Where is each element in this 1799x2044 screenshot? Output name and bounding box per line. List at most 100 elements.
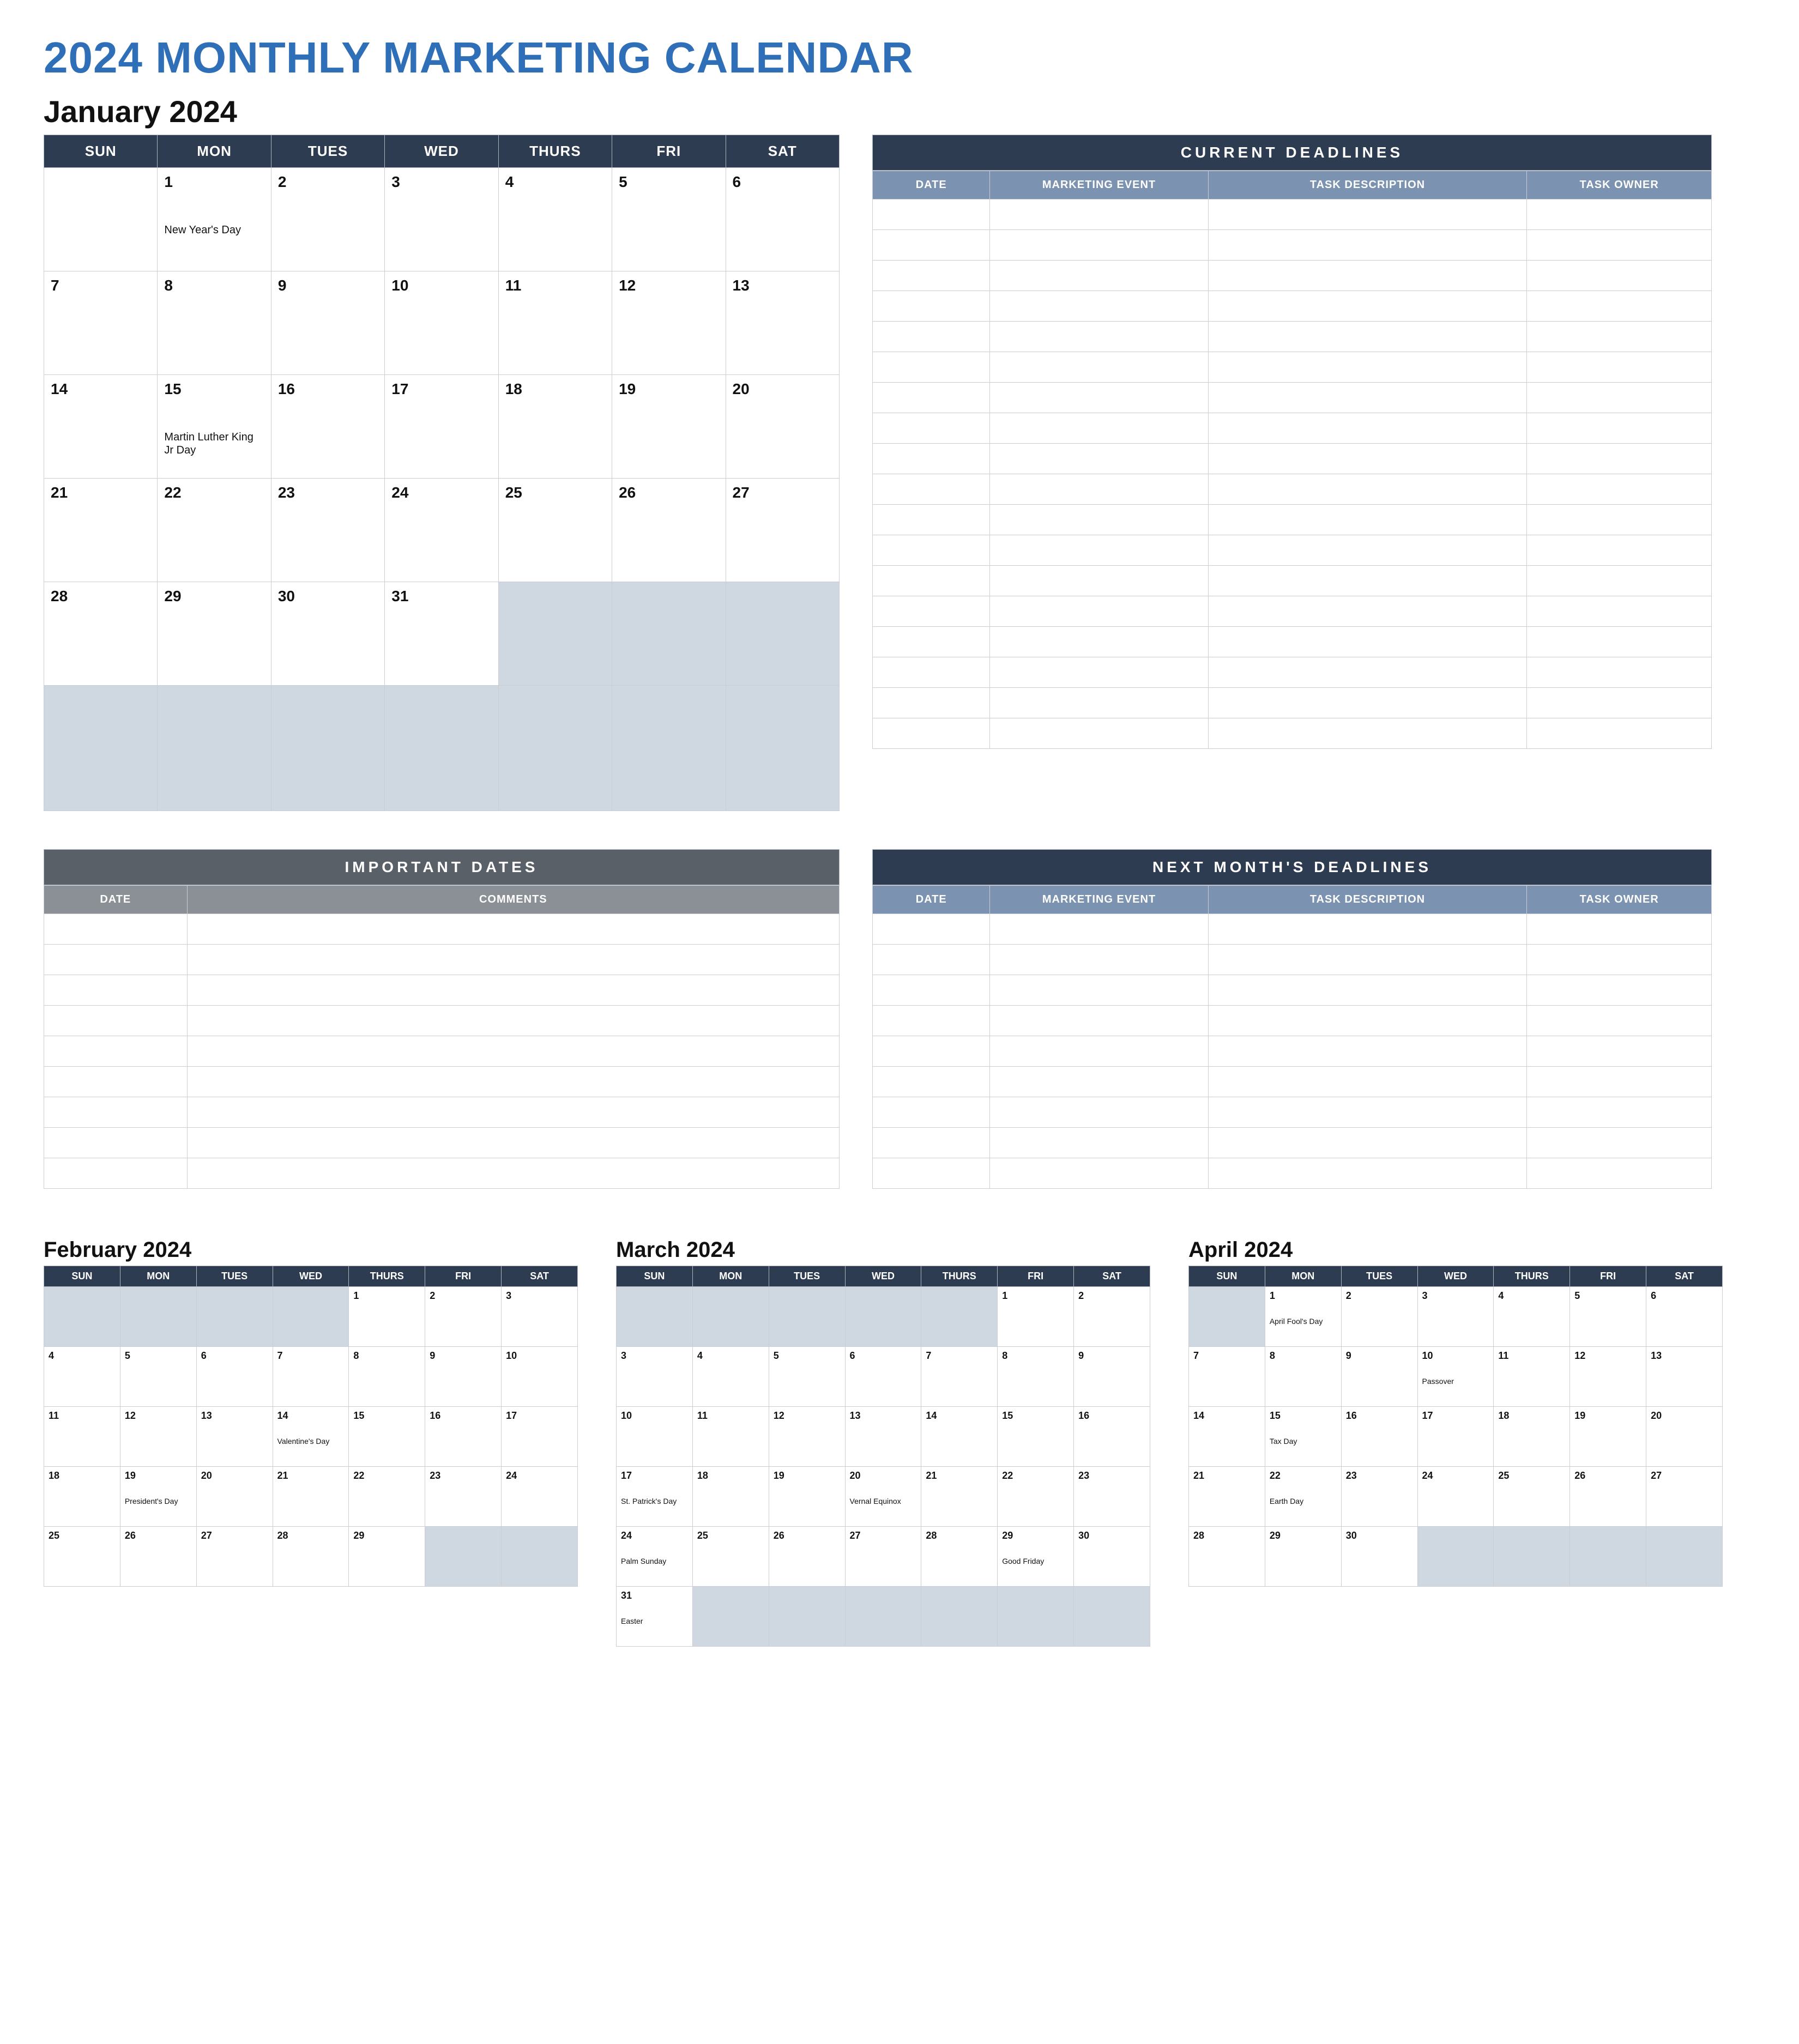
- table-cell[interactable]: [873, 261, 990, 291]
- table-cell[interactable]: [1208, 566, 1527, 596]
- calendar-cell[interactable]: 20: [726, 375, 839, 479]
- table-cell[interactable]: [1208, 975, 1527, 1006]
- table-cell[interactable]: [990, 535, 1208, 566]
- table-cell[interactable]: [1527, 444, 1712, 474]
- calendar-cell[interactable]: 18: [1494, 1407, 1570, 1467]
- table-cell[interactable]: [990, 945, 1208, 975]
- calendar-cell[interactable]: 14: [1189, 1407, 1265, 1467]
- table-cell[interactable]: [1208, 718, 1527, 749]
- table-cell[interactable]: [1527, 596, 1712, 627]
- calendar-cell[interactable]: 1: [998, 1287, 1074, 1347]
- calendar-cell[interactable]: 18: [44, 1467, 120, 1527]
- calendar-cell[interactable]: [998, 1587, 1074, 1647]
- table-cell[interactable]: [873, 230, 990, 261]
- table-cell[interactable]: [873, 1158, 990, 1189]
- calendar-cell[interactable]: 19: [1570, 1407, 1646, 1467]
- table-row[interactable]: [873, 352, 1712, 383]
- table-cell[interactable]: [1527, 199, 1712, 230]
- table-cell[interactable]: [187, 1097, 839, 1128]
- table-row[interactable]: [44, 1067, 840, 1097]
- table-row[interactable]: [873, 291, 1712, 322]
- calendar-cell[interactable]: 30: [1341, 1527, 1417, 1587]
- table-cell[interactable]: [1208, 505, 1527, 535]
- table-row[interactable]: [873, 199, 1712, 230]
- table-cell[interactable]: [990, 688, 1208, 718]
- table-row[interactable]: [873, 413, 1712, 444]
- calendar-cell[interactable]: [44, 168, 158, 271]
- table-cell[interactable]: [990, 199, 1208, 230]
- calendar-cell[interactable]: 17: [385, 375, 498, 479]
- table-cell[interactable]: [873, 627, 990, 657]
- calendar-cell[interactable]: 10Passover: [1417, 1347, 1494, 1407]
- calendar-cell[interactable]: 22: [998, 1467, 1074, 1527]
- table-row[interactable]: [873, 230, 1712, 261]
- calendar-cell[interactable]: 22Earth Day: [1265, 1467, 1341, 1527]
- calendar-cell[interactable]: 28: [273, 1527, 349, 1587]
- calendar-cell[interactable]: [1189, 1287, 1265, 1347]
- calendar-cell[interactable]: 5: [769, 1347, 845, 1407]
- calendar-cell[interactable]: 15Martin Luther King Jr Day: [158, 375, 271, 479]
- table-cell[interactable]: [873, 914, 990, 945]
- table-cell[interactable]: [1527, 230, 1712, 261]
- table-row[interactable]: [44, 1097, 840, 1128]
- calendar-cell[interactable]: 17: [502, 1407, 578, 1467]
- calendar-cell[interactable]: [726, 686, 839, 811]
- calendar-cell[interactable]: 10: [385, 271, 498, 375]
- calendar-cell[interactable]: 26: [1570, 1467, 1646, 1527]
- calendar-cell[interactable]: 11: [44, 1407, 120, 1467]
- calendar-cell[interactable]: 11: [498, 271, 612, 375]
- calendar-cell[interactable]: 13: [1646, 1347, 1723, 1407]
- table-cell[interactable]: [873, 291, 990, 322]
- table-cell[interactable]: [873, 352, 990, 383]
- calendar-cell[interactable]: 6: [196, 1347, 273, 1407]
- calendar-cell[interactable]: 4: [44, 1347, 120, 1407]
- table-cell[interactable]: [990, 1158, 1208, 1189]
- calendar-cell[interactable]: [845, 1287, 921, 1347]
- calendar-cell[interactable]: [44, 1287, 120, 1347]
- calendar-cell[interactable]: 19President's Day: [120, 1467, 196, 1527]
- calendar-cell[interactable]: 21: [921, 1467, 998, 1527]
- table-cell[interactable]: [990, 474, 1208, 505]
- calendar-cell[interactable]: [726, 582, 839, 686]
- table-cell[interactable]: [990, 230, 1208, 261]
- calendar-cell[interactable]: 13: [845, 1407, 921, 1467]
- calendar-cell[interactable]: 11: [1494, 1347, 1570, 1407]
- calendar-cell[interactable]: 7: [44, 271, 158, 375]
- calendar-cell[interactable]: 20: [1646, 1407, 1723, 1467]
- calendar-cell[interactable]: 25: [692, 1527, 769, 1587]
- calendar-cell[interactable]: 4: [692, 1347, 769, 1407]
- table-row[interactable]: [873, 718, 1712, 749]
- calendar-cell[interactable]: 28: [1189, 1527, 1265, 1587]
- calendar-cell[interactable]: 13: [196, 1407, 273, 1467]
- calendar-cell[interactable]: 3: [1417, 1287, 1494, 1347]
- table-row[interactable]: [44, 1158, 840, 1189]
- calendar-cell[interactable]: 1: [349, 1287, 425, 1347]
- table-cell[interactable]: [1208, 261, 1527, 291]
- table-cell[interactable]: [1208, 1158, 1527, 1189]
- table-cell[interactable]: [1527, 413, 1712, 444]
- calendar-cell[interactable]: 23: [425, 1467, 502, 1527]
- table-row[interactable]: [873, 945, 1712, 975]
- calendar-cell[interactable]: 29: [1265, 1527, 1341, 1587]
- calendar-cell[interactable]: [692, 1287, 769, 1347]
- table-cell[interactable]: [1527, 1097, 1712, 1128]
- table-row[interactable]: [44, 1128, 840, 1158]
- calendar-cell[interactable]: 15: [349, 1407, 425, 1467]
- table-cell[interactable]: [1527, 505, 1712, 535]
- table-row[interactable]: [44, 914, 840, 945]
- calendar-cell[interactable]: 5: [1570, 1287, 1646, 1347]
- calendar-cell[interactable]: 21: [44, 479, 158, 582]
- calendar-cell[interactable]: 12: [612, 271, 726, 375]
- table-cell[interactable]: [873, 1128, 990, 1158]
- table-cell[interactable]: [1527, 1128, 1712, 1158]
- table-cell[interactable]: [1208, 657, 1527, 688]
- table-row[interactable]: [44, 1006, 840, 1036]
- calendar-cell[interactable]: 12: [769, 1407, 845, 1467]
- table-cell[interactable]: [1208, 230, 1527, 261]
- table-row[interactable]: [873, 383, 1712, 413]
- table-cell[interactable]: [1527, 1067, 1712, 1097]
- table-cell[interactable]: [1208, 352, 1527, 383]
- table-cell[interactable]: [1208, 945, 1527, 975]
- table-cell[interactable]: [1208, 383, 1527, 413]
- table-cell[interactable]: [990, 1128, 1208, 1158]
